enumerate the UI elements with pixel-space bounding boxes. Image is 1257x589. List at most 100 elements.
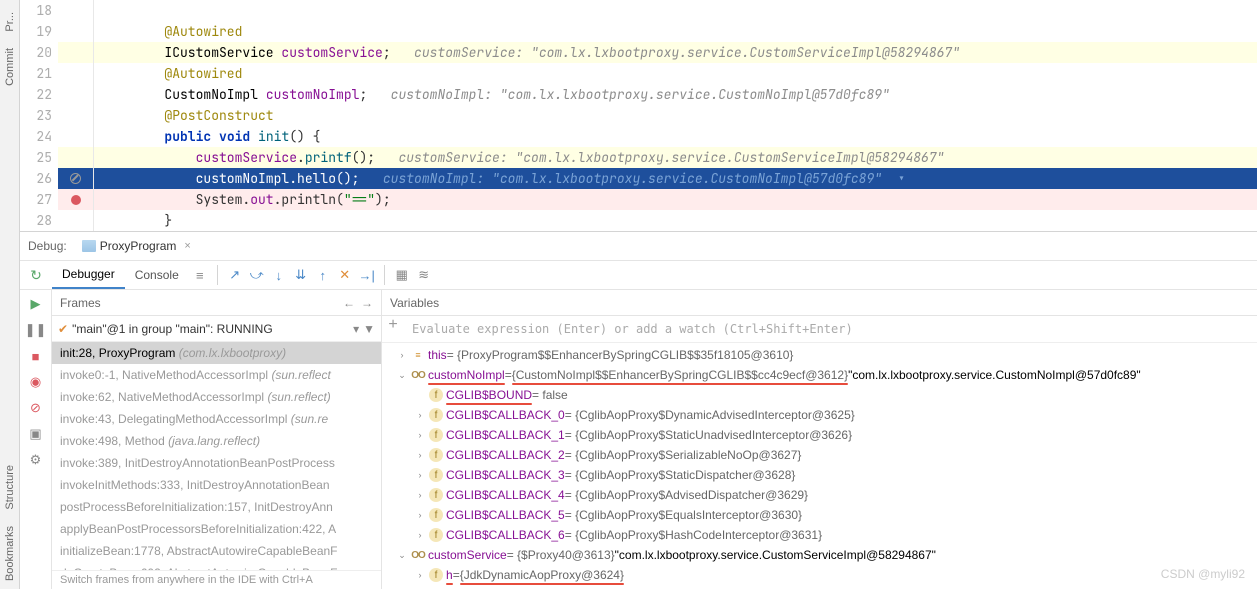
rerun-icon[interactable]: ↻ (30, 267, 42, 284)
gutter[interactable] (58, 168, 94, 189)
sidebar-tab-commit[interactable]: Commit (2, 40, 18, 94)
expand-icon[interactable]: ⌄ (396, 550, 408, 561)
variable-node[interactable]: fCGLIB$BOUND = false (386, 385, 1253, 405)
frame-item[interactable]: invokeInitMethods:333, InitDestroyAnnota… (52, 474, 381, 496)
gutter[interactable] (58, 0, 94, 21)
sidebar-tab-bookmarks[interactable]: Bookmarks (2, 518, 18, 589)
frames-list[interactable]: init:28, ProxyProgram (com.lx.lxbootprox… (52, 342, 381, 570)
expand-icon[interactable]: › (414, 510, 426, 520)
code-line[interactable]: 22 CustomNoImpl customNoImpl; customNoIm… (20, 84, 1257, 105)
trace-icon[interactable]: ≋ (413, 264, 435, 286)
gutter[interactable] (58, 105, 94, 126)
expand-icon[interactable]: › (414, 570, 426, 580)
expand-icon[interactable]: › (414, 450, 426, 460)
variable-node[interactable]: ⌄OOcustomNoImpl = {CustomNoImpl$$Enhance… (386, 365, 1253, 385)
drop-frame-icon[interactable]: ✕ (334, 264, 356, 286)
code-editor[interactable]: 1819 @Autowired20 ICustomService customS… (20, 0, 1257, 231)
view-breakpoints-icon[interactable]: ◉ (28, 374, 44, 390)
stop-icon[interactable]: ■ (28, 348, 44, 364)
variables-tree[interactable]: ›≡this = {ProxyProgram$$EnhancerBySpring… (382, 343, 1257, 589)
frame-item[interactable]: invoke0:-1, NativeMethodAccessorImpl (su… (52, 364, 381, 386)
run-to-cursor-icon[interactable]: →| (356, 264, 378, 286)
code-line[interactable]: 26 customNoImpl.hello(); customNoImpl: "… (20, 168, 1257, 189)
thread-selector[interactable]: ✔ "main"@1 in group "main": RUNNING ▾ ▼ (52, 316, 381, 342)
tool-window-bar[interactable]: Pr... Commit Structure Bookmarks (0, 0, 20, 589)
code-line[interactable]: 23 @PostConstruct (20, 105, 1257, 126)
gutter[interactable] (58, 21, 94, 42)
get-thread-dump-icon[interactable]: ▣ (28, 426, 44, 442)
variable-node[interactable]: ›fCGLIB$CALLBACK_0 = {CglibAopProxy$Dyna… (386, 405, 1253, 425)
tab-console[interactable]: Console (125, 262, 189, 288)
code-line[interactable]: 21 @Autowired (20, 63, 1257, 84)
execution-point-icon (70, 173, 81, 184)
step-over-icon[interactable]: ⤻ (246, 264, 268, 286)
frame-item[interactable]: postProcessBeforeInitialization:157, Ini… (52, 496, 381, 518)
debug-session-tab[interactable]: ProxyProgram × (75, 236, 198, 256)
code-line[interactable]: 27 System.out.println("=="); (20, 189, 1257, 210)
prev-frame-icon[interactable]: ← (343, 296, 355, 310)
line-number: 22 (20, 84, 58, 105)
frame-item[interactable]: invoke:62, NativeMethodAccessorImpl (sun… (52, 386, 381, 408)
tab-debugger[interactable]: Debugger (52, 261, 125, 289)
variable-node[interactable]: ›fCGLIB$CALLBACK_2 = {CglibAopProxy$Seri… (386, 445, 1253, 465)
variable-node[interactable]: ›fCGLIB$CALLBACK_3 = {CglibAopProxy$Stat… (386, 465, 1253, 485)
variables-title: Variables (390, 296, 439, 310)
variable-node[interactable]: ⌄OOcustomService = {$Proxy40@3613} "com.… (386, 545, 1253, 565)
sidebar-tab-project[interactable]: Pr... (2, 4, 18, 40)
expand-icon[interactable]: ⌄ (396, 370, 408, 381)
evaluate-icon[interactable]: ▦ (391, 264, 413, 286)
mute-breakpoints-icon[interactable]: ⊘ (28, 400, 44, 416)
frame-item[interactable]: doCreateBean:602, AbstractAutowireCapabl… (52, 562, 381, 570)
frame-item[interactable]: applyBeanPostProcessorsBeforeInitializat… (52, 518, 381, 540)
sidebar-tab-structure[interactable]: Structure (2, 457, 18, 518)
settings-icon[interactable]: ⚙ (28, 452, 44, 468)
pause-icon[interactable]: ❚❚ (28, 322, 44, 338)
evaluate-expression-input[interactable]: Evaluate expression (Enter) or add a wat… (404, 316, 1257, 342)
code-line[interactable]: 19 @Autowired (20, 21, 1257, 42)
code-line[interactable]: 24 public void init() { (20, 126, 1257, 147)
threads-icon[interactable]: ≡ (189, 264, 211, 286)
step-out-icon[interactable]: ↑ (312, 264, 334, 286)
gutter[interactable] (58, 84, 94, 105)
variable-node[interactable]: ›fCGLIB$CALLBACK_6 = {CglibAopProxy$Hash… (386, 525, 1253, 545)
frames-hint: Switch frames from anywhere in the IDE w… (52, 570, 381, 589)
frame-item[interactable]: invoke:43, DelegatingMethodAccessorImpl … (52, 408, 381, 430)
variable-node[interactable]: ›≡this = {ProxyProgram$$EnhancerBySpring… (386, 345, 1253, 365)
resume-icon[interactable]: ▶ (28, 296, 44, 312)
new-watch-icon[interactable]: + (382, 316, 404, 342)
variable-node[interactable]: ›fCGLIB$CALLBACK_5 = {CglibAopProxy$Equa… (386, 505, 1253, 525)
variable-node[interactable]: ›fCGLIB$CALLBACK_1 = {CglibAopProxy$Stat… (386, 425, 1253, 445)
var-type-icon: f (429, 568, 443, 582)
gutter[interactable] (58, 189, 94, 210)
gutter[interactable] (58, 126, 94, 147)
debug-action-column: ▶ ❚❚ ■ ◉ ⊘ ▣ ⚙ (20, 290, 52, 589)
gutter[interactable] (58, 42, 94, 63)
code-line[interactable]: 20 ICustomService customService; customS… (20, 42, 1257, 63)
gutter[interactable] (58, 210, 94, 231)
close-icon[interactable]: × (184, 240, 190, 252)
expand-icon[interactable]: › (414, 430, 426, 440)
frame-item[interactable]: init:28, ProxyProgram (com.lx.lxbootprox… (52, 342, 381, 364)
step-into-icon[interactable]: ↓ (268, 264, 290, 286)
frame-item[interactable]: invoke:389, InitDestroyAnnotationBeanPos… (52, 452, 381, 474)
code-line[interactable]: 18 (20, 0, 1257, 21)
show-execution-point-icon[interactable]: ↗ (224, 264, 246, 286)
expand-icon[interactable]: › (396, 350, 408, 360)
next-frame-icon[interactable]: → (361, 296, 373, 310)
filter-icon[interactable]: ▾ (353, 322, 359, 336)
gutter[interactable] (58, 63, 94, 84)
variable-node[interactable]: ›fCGLIB$CALLBACK_4 = {CglibAopProxy$Advi… (386, 485, 1253, 505)
dropdown-icon[interactable]: ▼ (363, 322, 375, 336)
expand-icon[interactable]: › (414, 490, 426, 500)
code-line[interactable]: 28 } (20, 210, 1257, 231)
frame-item[interactable]: initializeBean:1778, AbstractAutowireCap… (52, 540, 381, 562)
expand-icon[interactable]: › (414, 530, 426, 540)
variable-node[interactable]: ›fh = {JdkDynamicAopProxy@3624} (386, 565, 1253, 585)
expand-icon[interactable]: › (414, 410, 426, 420)
force-step-into-icon[interactable]: ⇊ (290, 264, 312, 286)
gutter[interactable] (58, 147, 94, 168)
breakpoint-icon[interactable] (71, 195, 81, 205)
expand-icon[interactable]: › (414, 470, 426, 480)
code-line[interactable]: 25 customService.printf(); customService… (20, 147, 1257, 168)
frame-item[interactable]: invoke:498, Method (java.lang.reflect) (52, 430, 381, 452)
